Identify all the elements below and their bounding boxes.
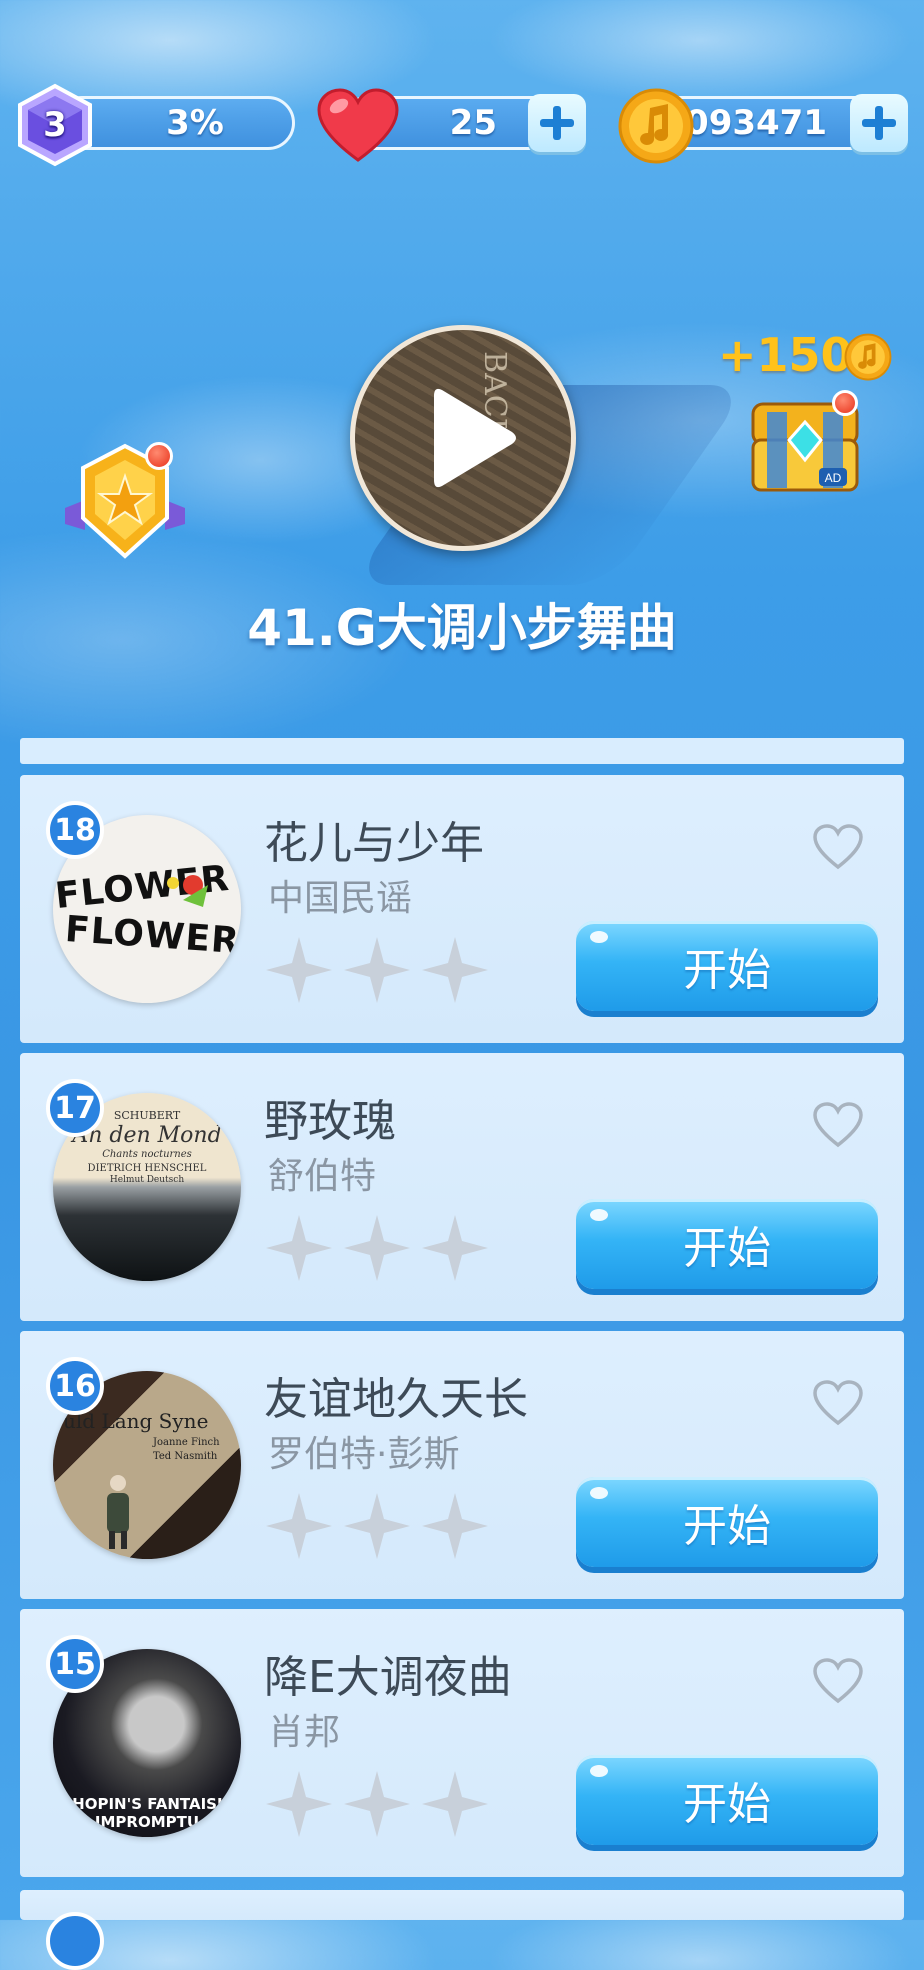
cover-text: CHOPIN'S FANTAISIE [61, 1795, 233, 1813]
heart-icon [317, 88, 399, 162]
song-card-partial [20, 1890, 904, 1970]
list-top-edge [20, 738, 904, 764]
lives-count: 25 [449, 103, 497, 143]
current-song-play[interactable]: BACH [349, 325, 751, 585]
button-gloss [590, 1487, 608, 1499]
heart-outline-icon[interactable] [812, 1101, 864, 1149]
flower-splash-icon [167, 875, 208, 907]
song-title: 野玫瑰 [264, 1096, 396, 1147]
cover-text: Ted Nasmith [153, 1451, 218, 1462]
cover-text: Helmut Deutsch [109, 1175, 185, 1185]
button-gloss [590, 1765, 608, 1777]
current-song-title: 41.G大调小步舞曲 [247, 599, 677, 657]
button-gloss [590, 931, 608, 943]
star-rating [264, 935, 494, 1005]
song-artist: 罗伯特·彭斯 [268, 1434, 460, 1475]
play-icon[interactable] [420, 380, 520, 496]
star-icon [266, 1493, 332, 1559]
star-icon [422, 1493, 488, 1559]
song-card: 18 FLOWER FLOWER 花儿与少年 中国民谣 开始 [20, 775, 904, 1043]
star-icon [266, 937, 332, 1003]
achievement-badge-icon[interactable] [55, 438, 195, 568]
start-button[interactable]: 开始 [576, 1477, 878, 1567]
music-coin-icon [618, 88, 694, 164]
button-gloss [590, 1209, 608, 1221]
status-bar: 3% 3 25 7093471 [0, 80, 924, 170]
star-icon [422, 1215, 488, 1281]
star-icon [266, 1771, 332, 1837]
star-rating [264, 1213, 494, 1283]
plus-icon [862, 106, 896, 140]
song-artist: 肖邦 [268, 1712, 341, 1753]
start-button[interactable]: 开始 [576, 1755, 878, 1845]
level-progress-text: 3% [166, 103, 224, 143]
chest-notification-dot [832, 390, 858, 416]
song-title: 友谊地久天长 [264, 1374, 528, 1425]
song-number-badge [46, 1912, 104, 1970]
heart-outline-icon[interactable] [812, 1379, 864, 1427]
start-label: 开始 [683, 1223, 771, 1274]
song-title: 降E大调夜曲 [264, 1652, 512, 1703]
cover-text: IMPROMPTU [94, 1813, 200, 1831]
svg-text:AD: AD [825, 471, 842, 485]
star-icon [344, 937, 410, 1003]
song-artist: 舒伯特 [268, 1156, 377, 1197]
song-number-badge: 15 [46, 1635, 104, 1693]
song-card: 15 CHOPIN'S FANTAISIE IMPROMPTU 降E大调夜曲 肖… [20, 1609, 904, 1877]
cover-text: Joanne Finch [153, 1437, 220, 1448]
plus-icon [540, 106, 574, 140]
star-icon [266, 1215, 332, 1281]
star-icon [344, 1215, 410, 1281]
star-icon [422, 1771, 488, 1837]
star-icon [344, 1493, 410, 1559]
song-number-badge: 16 [46, 1357, 104, 1415]
cover-text: DIETRICH HENSCHEL [87, 1163, 207, 1174]
figure-illustration [107, 1475, 129, 1549]
music-coin-icon [844, 333, 892, 381]
star-icon [344, 1771, 410, 1837]
start-button[interactable]: 开始 [576, 921, 878, 1011]
badge-notification-dot [145, 442, 173, 470]
song-title: 花儿与少年 [264, 818, 484, 869]
start-label: 开始 [683, 1779, 771, 1830]
star-rating [264, 1769, 494, 1839]
level-number: 3 [43, 105, 67, 145]
start-label: 开始 [683, 945, 771, 996]
star-rating [264, 1491, 494, 1561]
add-coins-button[interactable] [850, 94, 908, 152]
cover-text: FLOWER [63, 908, 241, 963]
song-card: 17 SCHUBERT An den Mond Chants nocturnes… [20, 1053, 904, 1321]
add-lives-button[interactable] [528, 94, 586, 152]
cover-text: Chants nocturnes [102, 1149, 192, 1160]
song-number-badge: 18 [46, 801, 104, 859]
song-number-badge: 17 [46, 1079, 104, 1137]
heart-outline-icon[interactable] [812, 1657, 864, 1705]
start-button[interactable]: 开始 [576, 1199, 878, 1289]
song-card: 16 uld Lang Syne Joanne Finch Ted Nasmit… [20, 1331, 904, 1599]
song-artist: 中国民谣 [268, 878, 413, 919]
heart-outline-icon[interactable] [812, 823, 864, 871]
chest-reward-amount: +150 [718, 328, 853, 382]
star-icon [422, 937, 488, 1003]
start-label: 开始 [683, 1501, 771, 1552]
